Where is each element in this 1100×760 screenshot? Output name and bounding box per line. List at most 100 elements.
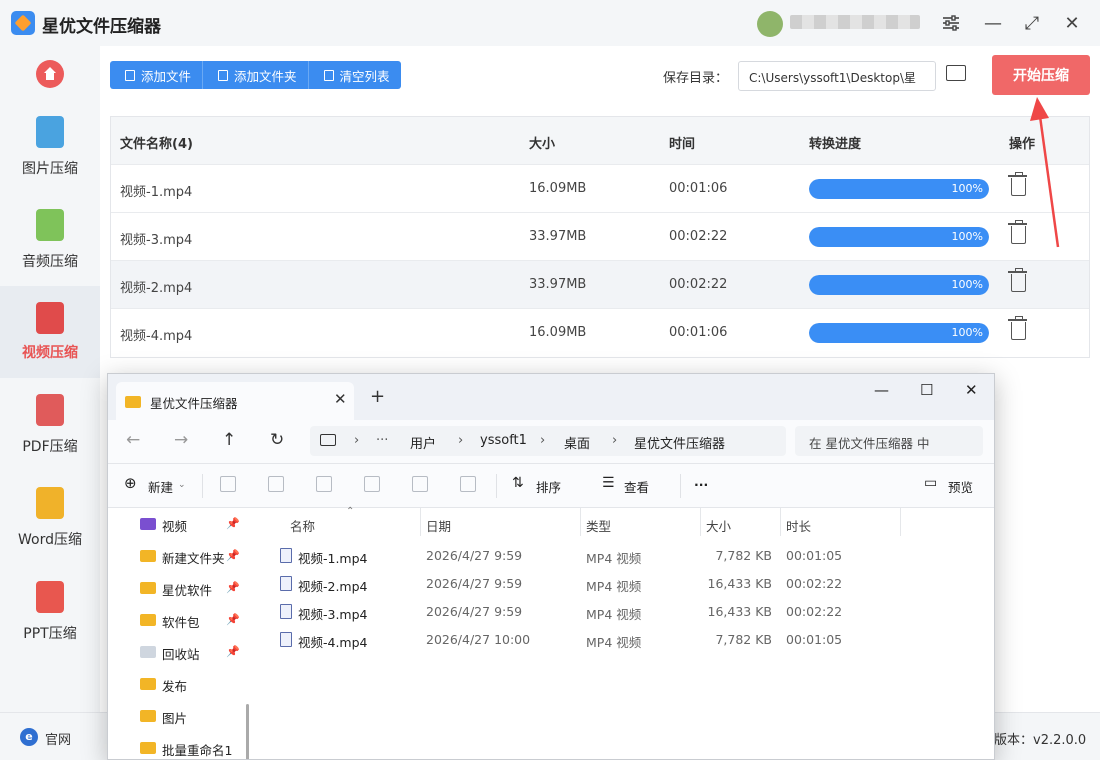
progress-text: 100%: [951, 182, 983, 195]
settings-sliders-icon[interactable]: [940, 12, 962, 34]
progress-bar: 100%: [809, 275, 989, 295]
file-size: 7,782 KB: [715, 548, 772, 563]
start-compress-button[interactable]: 开始压缩: [992, 55, 1090, 95]
cut-icon[interactable]: [220, 476, 236, 492]
more-options-icon[interactable]: ···: [694, 477, 708, 492]
home-icon[interactable]: [36, 60, 64, 88]
column-duration[interactable]: 时长: [786, 516, 811, 535]
pin-icon: 📌: [226, 549, 240, 562]
breadcrumb-item[interactable]: 用户: [410, 433, 436, 452]
sidebar-item-video[interactable]: 视频压缩: [0, 286, 100, 378]
browse-folder-icon[interactable]: [946, 65, 966, 81]
maximize-icon[interactable]: ⤢: [1021, 12, 1043, 34]
explorer-address-bar: ← → ↑ ↻ › ··· 用户 › yssoft1 › 桌面 › 星优文件压缩…: [108, 420, 994, 464]
sidebar-item-audio[interactable]: 音频压缩: [0, 201, 100, 293]
file-name: 视频-3.mp4: [120, 233, 193, 248]
forward-arrow-icon[interactable]: →: [174, 430, 188, 450]
header-filename[interactable]: 文件名称(4): [120, 133, 193, 152]
breadcrumb-separator: ›: [540, 433, 546, 448]
header-progress[interactable]: 转换进度: [809, 133, 861, 152]
header-time[interactable]: 时间: [669, 133, 695, 152]
video-icon: [36, 302, 64, 334]
sidebar-item-image[interactable]: 图片压缩: [0, 108, 100, 200]
sort-button[interactable]: 排序: [536, 477, 561, 496]
recycle-bin-icon: [140, 646, 156, 658]
column-name[interactable]: 名称: [290, 516, 315, 535]
list-item[interactable]: 视频-2.mp4 2026/4/27 9:59 MP4 视频 16,433 KB…: [256, 570, 994, 598]
list-item[interactable]: 视频-1.mp4 2026/4/27 9:59 MP4 视频 7,782 KB …: [256, 542, 994, 570]
file-time: 00:02:22: [669, 229, 728, 244]
explorer-maximize-icon[interactable]: ☐: [920, 381, 933, 399]
explorer-tab[interactable]: 星优文件压缩器 ✕: [116, 382, 354, 420]
divider: [202, 474, 203, 498]
table-row[interactable]: 视频-1.mp4 16.09MB 00:01:06 100%: [111, 165, 1089, 213]
explorer-close-icon[interactable]: ✕: [965, 381, 978, 399]
nav-item-label: 软件包: [162, 615, 200, 630]
user-name-blurred[interactable]: [790, 15, 920, 29]
user-avatar[interactable]: [757, 11, 783, 37]
sidebar-item-label: PPT压缩: [23, 626, 77, 642]
sidebar-item-word[interactable]: Word压缩: [0, 479, 100, 571]
tab-close-icon[interactable]: ✕: [334, 390, 347, 408]
file-name: 视频-1.mp4: [120, 185, 193, 200]
sidebar-item-pdf[interactable]: PDF压缩: [0, 386, 100, 478]
file-date: 2026/4/27 9:59: [426, 604, 523, 619]
list-item[interactable]: 视频-3.mp4 2026/4/27 9:59 MP4 视频 16,433 KB…: [256, 598, 994, 626]
progress-text: 100%: [951, 326, 983, 339]
delete-icon[interactable]: [460, 476, 476, 492]
breadcrumb[interactable]: › ··· 用户 › yssoft1 › 桌面 › 星优文件压缩器: [310, 426, 786, 456]
refresh-icon[interactable]: ↻: [270, 430, 284, 450]
save-path-field[interactable]: C:\Users\yssoft1\Desktop\星: [738, 61, 936, 91]
minimize-icon[interactable]: —: [982, 12, 1004, 34]
folder-icon: [140, 742, 156, 754]
clear-list-button[interactable]: 清空列表: [309, 61, 401, 89]
file-duration: 00:02:22: [786, 576, 843, 591]
chevron-down-icon: ⌄: [178, 480, 186, 490]
preview-pane-icon: ▭: [924, 475, 938, 491]
table-row[interactable]: 视频-4.mp4 16.09MB 00:01:06 100%: [111, 309, 1089, 357]
file-time: 00:01:06: [669, 181, 728, 196]
file-type: MP4 视频: [586, 635, 642, 650]
column-divider: [780, 508, 781, 536]
column-type[interactable]: 类型: [586, 516, 611, 535]
list-item[interactable]: 视频-4.mp4 2026/4/27 10:00 MP4 视频 7,782 KB…: [256, 626, 994, 654]
share-icon[interactable]: [412, 476, 428, 492]
nav-scrollbar[interactable]: [246, 704, 249, 759]
header-size[interactable]: 大小: [529, 133, 555, 152]
delete-row-icon[interactable]: [1008, 268, 1027, 292]
website-link[interactable]: 官网: [45, 729, 71, 748]
explorer-minimize-icon[interactable]: —: [874, 381, 889, 399]
delete-row-icon[interactable]: [1008, 220, 1027, 244]
add-file-button[interactable]: 添加文件: [110, 61, 204, 89]
back-arrow-icon[interactable]: ←: [126, 430, 140, 450]
video-file-icon: [280, 548, 292, 563]
table-row[interactable]: 视频-2.mp4 33.97MB 00:02:22 100%: [111, 261, 1089, 309]
new-plus-icon[interactable]: ⊕: [124, 474, 137, 492]
computer-icon: [320, 434, 336, 446]
view-button[interactable]: 查看: [624, 477, 649, 496]
progress-text: 100%: [951, 230, 983, 243]
website-icon[interactable]: e: [20, 728, 38, 746]
copy-icon[interactable]: [268, 476, 284, 492]
rename-icon[interactable]: [364, 476, 380, 492]
breadcrumb-item[interactable]: 星优文件压缩器: [634, 433, 725, 452]
sidebar-item-ppt[interactable]: PPT压缩: [0, 573, 100, 665]
delete-row-icon[interactable]: [1008, 172, 1027, 196]
breadcrumb-item[interactable]: 桌面: [564, 433, 590, 452]
breadcrumb-more[interactable]: ···: [376, 433, 388, 448]
file-duration: 00:01:05: [786, 548, 843, 563]
column-date[interactable]: 日期: [426, 516, 451, 535]
new-tab-icon[interactable]: +: [370, 386, 385, 407]
up-arrow-icon[interactable]: ↑: [222, 430, 236, 450]
add-folder-button[interactable]: 添加文件夹: [203, 61, 309, 89]
breadcrumb-item[interactable]: yssoft1: [480, 433, 527, 448]
delete-row-icon[interactable]: [1008, 316, 1027, 340]
paste-icon[interactable]: [316, 476, 332, 492]
explorer-search-input[interactable]: 在 星优文件压缩器 中: [795, 426, 983, 456]
new-button[interactable]: 新建: [148, 477, 173, 496]
close-icon[interactable]: ✕: [1061, 12, 1083, 34]
file-size: 16.09MB: [529, 325, 587, 340]
column-size[interactable]: 大小: [706, 516, 731, 535]
table-row[interactable]: 视频-3.mp4 33.97MB 00:02:22 100%: [111, 213, 1089, 261]
preview-button[interactable]: 预览: [948, 477, 973, 496]
